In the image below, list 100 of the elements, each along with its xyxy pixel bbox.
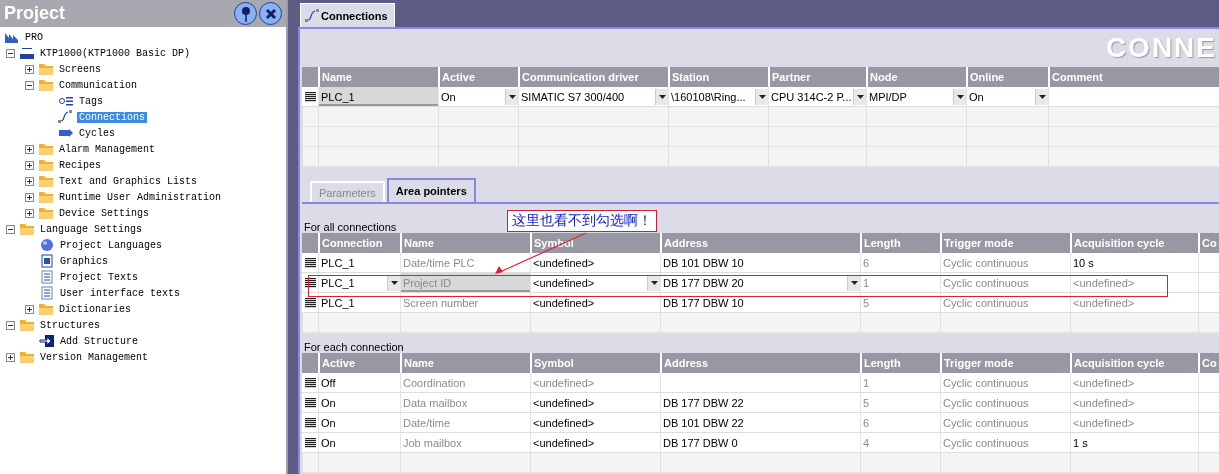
row-handle-icon[interactable] xyxy=(304,417,316,428)
table-cell[interactable]: DB 101 DBW 10 xyxy=(660,253,860,273)
row-handle-icon[interactable] xyxy=(304,397,316,408)
table-cell[interactable]: On xyxy=(318,393,400,413)
table-cell[interactable]: 10 s xyxy=(1070,253,1198,273)
table-cell[interactable]: Cyclic continuous xyxy=(940,433,1070,453)
table-cell[interactable]: 5 xyxy=(860,393,940,413)
table-cell[interactable]: SIMATIC S7 300/400 xyxy=(518,87,668,107)
table-cell[interactable]: Date/time PLC xyxy=(400,253,530,273)
close-button[interactable] xyxy=(259,2,282,25)
table-cell[interactable]: 1 xyxy=(860,373,940,393)
tab[interactable]: Area pointers xyxy=(386,178,476,202)
table-cell[interactable]: <undefined> xyxy=(530,413,660,433)
pin-button[interactable] xyxy=(234,2,257,25)
tree-item[interactable]: Screens xyxy=(57,63,103,75)
table-cell[interactable]: <undefined> xyxy=(530,393,660,413)
table-cell[interactable]: 1 s xyxy=(1070,433,1198,453)
expand-toggle[interactable] xyxy=(6,352,15,362)
row-handle-icon[interactable] xyxy=(304,277,316,288)
table-cell[interactable]: <undefined> xyxy=(1070,373,1198,393)
tree-item[interactable]: Add Structure xyxy=(58,335,140,347)
table-cell[interactable]: DB 177 DBW 0 xyxy=(660,433,860,453)
table-cell[interactable]: <undefined> xyxy=(1070,273,1198,293)
table-cell[interactable]: Coordination xyxy=(400,373,530,393)
expand-toggle[interactable] xyxy=(6,320,15,330)
row-handle-icon[interactable] xyxy=(304,91,316,102)
table-cell[interactable]: PLC_1 xyxy=(318,273,400,293)
table-cell[interactable]: Cyclic continuous xyxy=(940,293,1070,313)
table-cell[interactable]: DB 177 DBW 22 xyxy=(660,393,860,413)
table-cell[interactable]: 6 xyxy=(860,253,940,273)
table-cell[interactable]: Cyclic continuous xyxy=(940,373,1070,393)
tree-item[interactable]: Graphics xyxy=(58,255,110,267)
table-cell[interactable]: MPI/DP xyxy=(866,87,966,107)
table-cell[interactable]: Job mailbox xyxy=(400,433,530,453)
table-cell[interactable]: Cyclic continuous xyxy=(940,253,1070,273)
tree-item[interactable]: Structures xyxy=(38,319,102,331)
row-handle-icon[interactable] xyxy=(304,297,316,308)
table-row[interactable]: PLC_1 Project ID <undefined> DB 177 DBW 20 1 Cyclic continuous <undefined> xyxy=(302,273,1219,293)
table-cell[interactable]: \160108\Ring... xyxy=(668,87,768,107)
expand-toggle[interactable] xyxy=(25,160,34,170)
expand-toggle[interactable] xyxy=(25,192,34,202)
table-cell[interactable]: DB 177 DBW 20 xyxy=(660,273,860,293)
table-cell[interactable]: On xyxy=(438,87,518,107)
table-cell[interactable]: <undefined> xyxy=(1070,293,1198,313)
tree-item[interactable]: Project Languages xyxy=(58,239,165,251)
expand-toggle[interactable] xyxy=(25,208,34,218)
table-cell[interactable]: DB 101 DBW 22 xyxy=(660,413,860,433)
table-cell[interactable]: Cyclic continuous xyxy=(940,413,1070,433)
expand-toggle[interactable] xyxy=(6,224,15,234)
table-cell[interactable]: Data mailbox xyxy=(400,393,530,413)
table-cell[interactable]: Cyclic continuous xyxy=(940,273,1070,293)
tree-item[interactable]: Tags xyxy=(77,95,105,107)
table-cell[interactable]: On xyxy=(318,413,400,433)
tree-item[interactable]: Text and Graphics Lists xyxy=(57,175,200,187)
table-row[interactable]: PLC_1 Date/time PLC <undefined> DB 101 DBW 10 6 Cyclic continuous 10 s xyxy=(302,253,1219,273)
row-handle-icon[interactable] xyxy=(304,437,316,448)
table-cell[interactable]: Off xyxy=(318,373,400,393)
table-cell[interactable]: 6 xyxy=(860,413,940,433)
table-cell[interactable]: <undefined> xyxy=(530,373,660,393)
table-cell[interactable]: <undefined> xyxy=(530,433,660,453)
table-cell[interactable]: <undefined> xyxy=(530,253,660,273)
table-cell[interactable]: On xyxy=(318,433,400,453)
tree-item[interactable]: Recipes xyxy=(57,159,103,171)
table-cell[interactable]: PLC_1 xyxy=(318,253,400,273)
table-cell[interactable]: On xyxy=(966,87,1048,107)
table-cell[interactable]: Screen number xyxy=(400,293,530,313)
tree-item[interactable]: Cycles xyxy=(77,127,117,139)
expand-toggle[interactable] xyxy=(25,64,34,74)
tree-item[interactable]: Runtime User Administration xyxy=(57,191,224,203)
tree-item[interactable]: KTP1000(KTP1000 Basic DP) xyxy=(38,47,193,59)
table-cell[interactable]: 1 xyxy=(860,273,940,293)
table-cell[interactable]: PLC_1 xyxy=(318,87,438,107)
expand-toggle[interactable] xyxy=(6,48,15,58)
row-handle-icon[interactable] xyxy=(304,377,316,388)
tree-item[interactable]: Alarm Management xyxy=(57,143,157,155)
table-cell[interactable]: <undefined> xyxy=(530,273,660,293)
table-cell[interactable]: Date/time xyxy=(400,413,530,433)
table-cell[interactable]: <undefined> xyxy=(530,293,660,313)
row-handle-icon[interactable] xyxy=(304,257,316,268)
expand-toggle[interactable] xyxy=(25,176,34,186)
tree-item[interactable]: Communication xyxy=(57,79,139,91)
table-cell[interactable]: <undefined> xyxy=(1070,413,1198,433)
tree-item[interactable]: Dictionaries xyxy=(57,303,133,315)
table-cell[interactable]: <undefined> xyxy=(1070,393,1198,413)
table-cell[interactable]: PLC_1 xyxy=(318,293,400,313)
tree-item[interactable]: Language Settings xyxy=(38,223,145,235)
table-cell[interactable]: 5 xyxy=(860,293,940,313)
expand-toggle[interactable] xyxy=(25,80,34,90)
expand-toggle[interactable] xyxy=(25,144,34,154)
tree-item[interactable]: Version Management xyxy=(38,351,151,363)
tree-item[interactable]: Connections xyxy=(77,111,147,123)
tree-item[interactable]: PRO xyxy=(23,31,45,43)
table-cell[interactable]: DB 177 DBW 10 xyxy=(660,293,860,313)
table-row[interactable]: PLC_1 Screen number <undefined> DB 177 DBW 10 5 Cyclic continuous <undefined> xyxy=(302,293,1219,313)
tree-item[interactable]: User interface texts xyxy=(58,287,183,299)
tree-item[interactable]: Device Settings xyxy=(57,207,151,219)
table-cell[interactable]: CPU 314C-2 P... xyxy=(768,87,866,107)
table-cell[interactable]: Cyclic continuous xyxy=(940,393,1070,413)
tree-item[interactable]: Project Texts xyxy=(58,271,140,283)
expand-toggle[interactable] xyxy=(25,304,34,314)
